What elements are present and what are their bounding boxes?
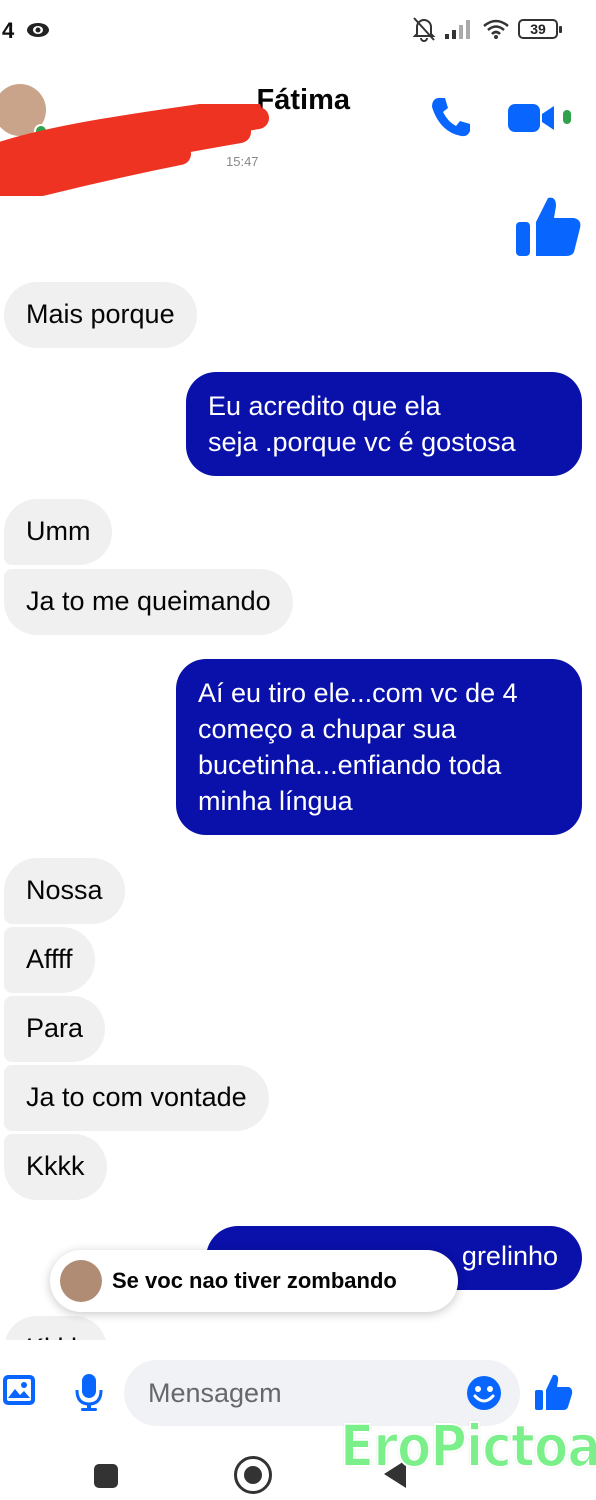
battery-icon: 39: [518, 19, 562, 39]
toast-text: Se voc nao tiver zombando: [112, 1268, 397, 1293]
active-indicator: [563, 110, 571, 124]
notification-count: 4: [2, 18, 15, 43]
redaction-scribble: [0, 104, 269, 196]
message-bubble-incoming[interactable]: Kkkk: [4, 1134, 107, 1200]
phone-icon[interactable]: [428, 94, 474, 140]
message-bubble-incoming[interactable]: Affff: [4, 927, 95, 993]
message-bubble-incoming[interactable]: Ja to me queimando: [4, 569, 293, 635]
message-bubble-incoming[interactable]: Mais porque: [4, 282, 197, 348]
signal-icon: [445, 20, 470, 39]
recents-button[interactable]: [94, 1464, 118, 1488]
message-bubble-incoming[interactable]: Umm: [4, 499, 113, 565]
gallery-icon[interactable]: [2, 1374, 36, 1406]
chat-header: Fátima Online agora: [0, 62, 596, 196]
like-icon[interactable]: [533, 1372, 573, 1412]
status-bar: 4 39: [0, 0, 596, 62]
video-icon[interactable]: [506, 98, 556, 138]
message-bubble-incoming[interactable]: Para: [4, 996, 106, 1062]
reply-toast[interactable]: Se voc nao tiver zombando: [50, 1250, 458, 1312]
emoji-icon[interactable]: [466, 1375, 502, 1411]
sent-like-icon: [516, 197, 581, 256]
eye-icon: [27, 23, 49, 37]
home-button[interactable]: [234, 1456, 272, 1494]
message-bubble-outgoing[interactable]: Eu acredito que ela seja .porque vc é go…: [186, 372, 582, 476]
bell-off-icon: [412, 17, 436, 42]
message-timestamp: 15:47: [226, 154, 259, 169]
message-clip: Kkkk: [4, 1316, 132, 1340]
mic-icon[interactable]: [74, 1372, 104, 1412]
message-bubble-outgoing[interactable]: Aí eu tiro ele...com vc de 4 começo a ch…: [176, 659, 582, 835]
toast-avatar: [60, 1260, 102, 1302]
message-bubble-incoming[interactable]: Kkkk: [4, 1316, 107, 1340]
message-bubble-incoming[interactable]: Ja to com vontade: [4, 1065, 269, 1131]
watermark-logo: EroPictoa: [339, 1411, 596, 1481]
status-icons: 39: [412, 16, 562, 42]
wifi-icon: [483, 19, 509, 39]
message-bubble-incoming[interactable]: Nossa: [4, 858, 125, 924]
